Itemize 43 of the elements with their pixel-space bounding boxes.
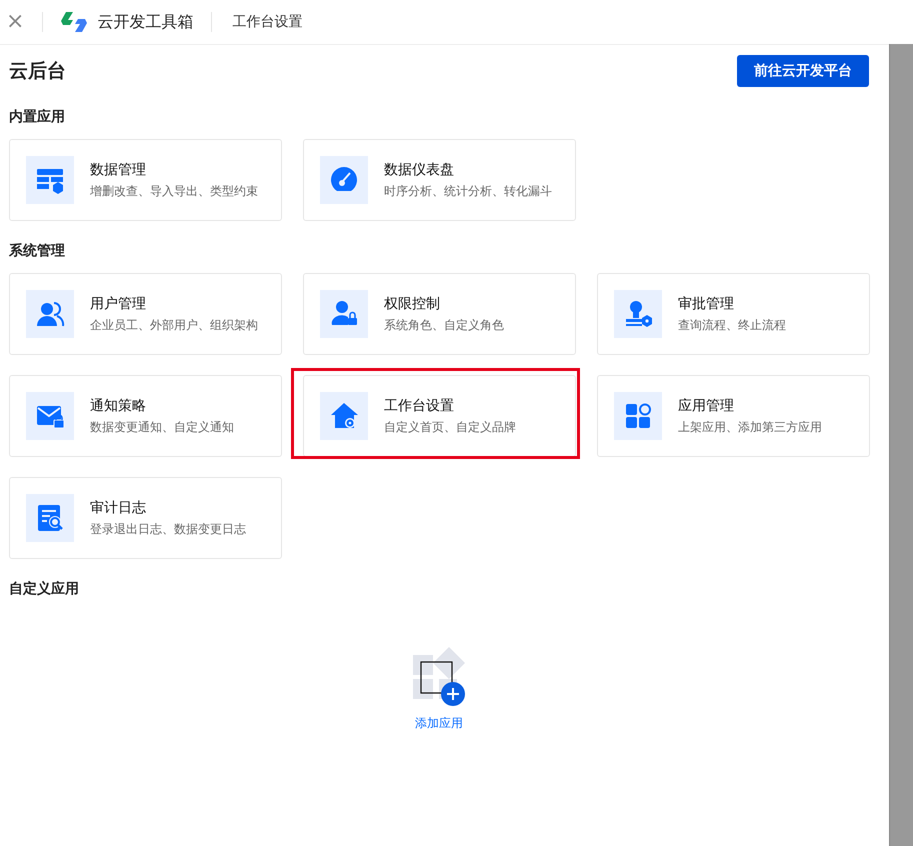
page-title: 工作台设置 xyxy=(232,13,302,31)
card-title: 数据仪表盘 xyxy=(384,160,455,178)
add-app-icon xyxy=(411,645,467,707)
card-title: 用户管理 xyxy=(90,294,147,312)
card-title: 工作台设置 xyxy=(384,396,455,414)
card-description: 企业员工、外部用户、组织架构 xyxy=(90,316,258,334)
card-description: 增删改查、导入导出、类型约束 xyxy=(90,182,258,200)
platform-button[interactable]: 前往云开发平台 xyxy=(737,55,869,87)
app-card[interactable]: 权限控制 系统角色、自定义角色 xyxy=(303,273,576,355)
app-card[interactable]: 通知策略 数据变更通知、自定义通知 xyxy=(9,375,282,457)
app-card[interactable]: 数据仪表盘 时序分析、统计分析、转化漏斗 xyxy=(303,139,576,221)
section-title: 自定义应用 xyxy=(9,580,80,599)
house-gear-icon xyxy=(329,401,359,431)
section-title: 系统管理 xyxy=(9,242,66,261)
users-icon xyxy=(35,299,65,329)
document-search-icon xyxy=(35,503,65,533)
grid-icon xyxy=(623,401,653,431)
app-card[interactable]: 审批管理 查询流程、终止流程 xyxy=(597,273,870,355)
card-description: 时序分析、统计分析、转化漏斗 xyxy=(384,182,552,200)
close-icon[interactable]: × xyxy=(6,11,24,33)
add-app-link[interactable]: 添加应用 xyxy=(415,715,463,732)
app-name: 云开发工具箱 xyxy=(97,12,194,32)
card-title: 应用管理 xyxy=(678,396,735,414)
app-card[interactable]: 审计日志 登录退出日志、数据变更日志 xyxy=(9,477,282,559)
app-card[interactable]: 工作台设置 自定义首页、自定义品牌 xyxy=(303,375,576,457)
card-title: 审批管理 xyxy=(678,294,735,312)
app-card[interactable]: 数据管理 增删改查、导入导出、类型约束 xyxy=(9,139,282,221)
card-title: 权限控制 xyxy=(384,294,441,312)
stamp-icon xyxy=(623,299,653,329)
card-description: 自定义首页、自定义品牌 xyxy=(384,418,516,436)
card-description: 登录退出日志、数据变更日志 xyxy=(90,520,246,538)
card-description: 系统角色、自定义角色 xyxy=(384,316,504,334)
section-title: 内置应用 xyxy=(9,108,66,127)
card-description: 数据变更通知、自定义通知 xyxy=(90,418,234,436)
card-description: 查询流程、终止流程 xyxy=(678,316,786,334)
card-title: 审计日志 xyxy=(90,498,147,516)
logo-icon xyxy=(61,11,88,33)
app-card[interactable]: 用户管理 企业员工、外部用户、组织架构 xyxy=(9,273,282,355)
card-title: 数据管理 xyxy=(90,160,147,178)
card-description: 上架应用、添加第三方应用 xyxy=(678,418,822,436)
card-title: 通知策略 xyxy=(90,396,147,414)
app-card[interactable]: 应用管理 上架应用、添加第三方应用 xyxy=(597,375,870,457)
page-heading: 云后台 xyxy=(9,59,66,84)
